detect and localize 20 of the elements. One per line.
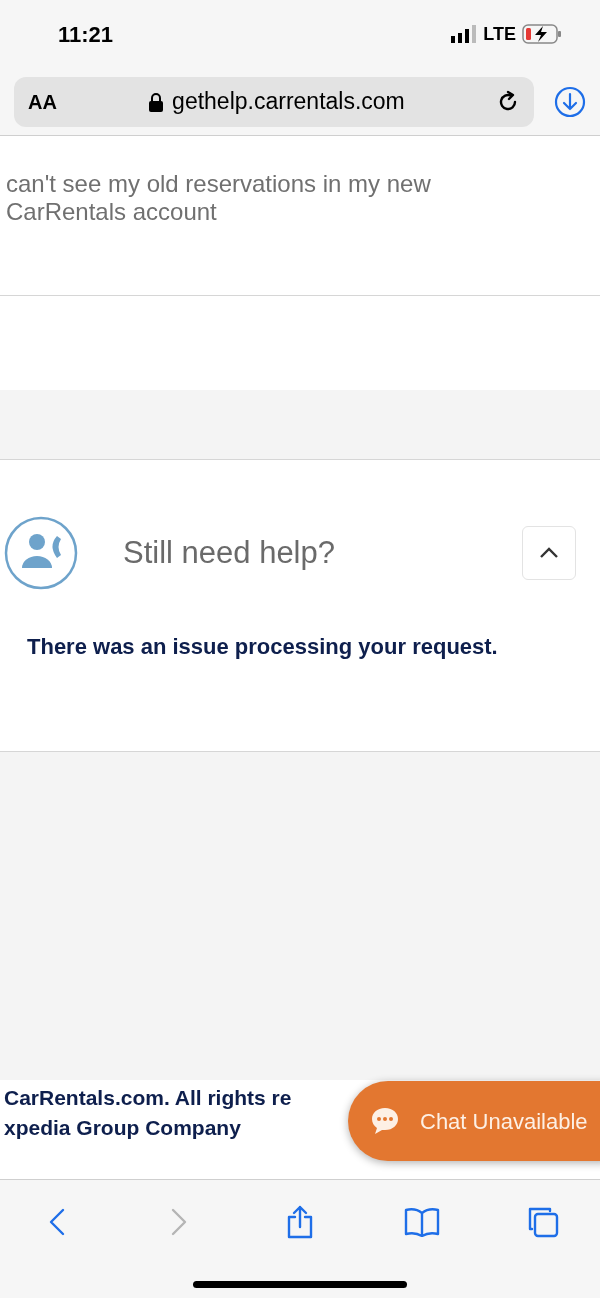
copyright-text: CarRentals.com. All rights re xpedia Group Company <box>4 1085 293 1141</box>
chevron-icon <box>539 547 559 559</box>
help-title: Still need help? <box>123 533 336 572</box>
chat-bubble-icon <box>370 1106 400 1136</box>
text-size-button[interactable]: AA <box>28 86 57 117</box>
url-text: gethelp.carrentals.com <box>172 87 405 117</box>
share-icon <box>285 1205 315 1239</box>
address-bar[interactable]: AA gethelp.carrentals.com <box>14 76 534 127</box>
contact-person-phone-icon <box>4 516 78 590</box>
back-icon <box>47 1207 67 1237</box>
collapse-toggle-button[interactable] <box>522 526 576 580</box>
network-label: LTE <box>483 22 516 46</box>
tabs-icon <box>526 1205 560 1239</box>
battery-charging-icon <box>522 24 562 44</box>
status-time: 11:21 <box>58 20 114 49</box>
signal-icon <box>451 25 478 43</box>
download-icon[interactable] <box>554 85 586 118</box>
error-message: There was an issue processing your request. <box>27 633 499 661</box>
book-icon <box>403 1207 440 1237</box>
lock-icon <box>148 91 165 112</box>
